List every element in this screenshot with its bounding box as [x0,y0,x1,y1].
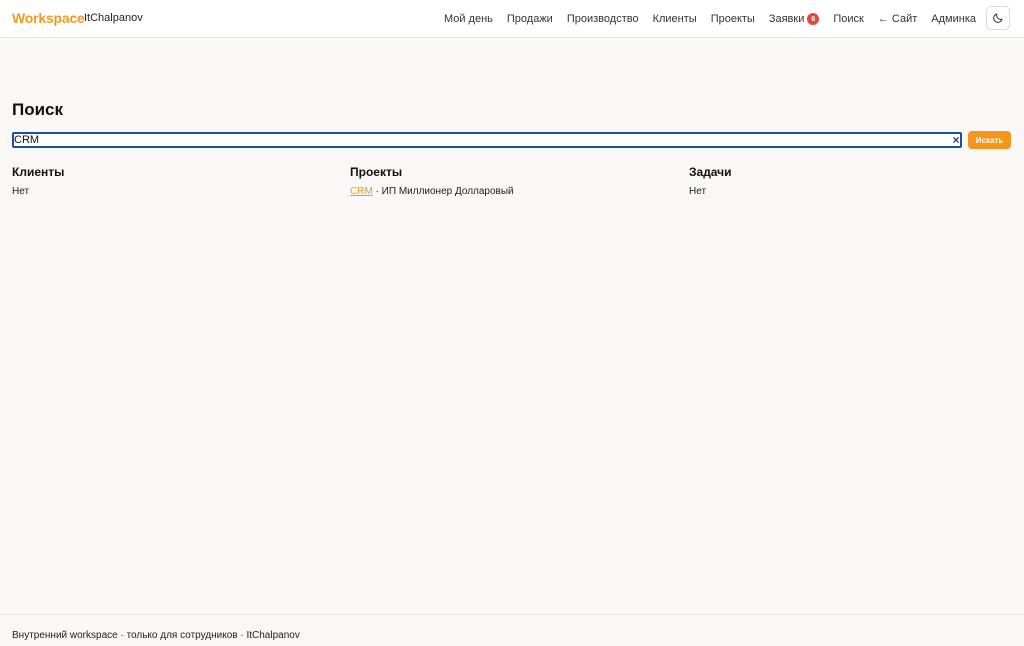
tasks-empty: Нет [689,186,707,197]
brand-logo[interactable]: Workspace [12,10,85,26]
nav-search[interactable]: Поиск [833,13,863,25]
nav-requests[interactable]: Заявки 6 [769,13,820,25]
nav-clients[interactable]: Клиенты [653,13,697,25]
main-nav: Мой день Продажи Производство Клиенты Пр… [430,0,976,38]
project-result-item: CRM · ИП Миллионер Долларовый [350,186,670,197]
clear-search-icon[interactable]: × [950,134,962,146]
org-name: ItChalpanov [84,12,143,24]
projects-heading: Проекты [350,165,403,179]
project-result-client: · ИП Миллионер Долларовый [372,186,514,197]
clients-results: Клиенты Нет [12,165,332,197]
clients-heading: Клиенты [12,165,65,179]
nav-requests-label: Заявки [768,13,805,25]
tasks-results: Задачи Нет [689,165,1009,197]
tasks-heading: Задачи [689,165,732,179]
search-input[interactable] [12,132,962,148]
top-navbar: Workspace ItChalpanov Мой день Продажи П… [0,0,1024,38]
nav-sales[interactable]: Продажи [507,13,553,25]
footer-text: Внутренний workspace · только для сотруд… [12,630,300,641]
nav-projects[interactable]: Проекты [711,13,755,25]
moon-icon [993,13,1003,23]
search-form: × Искать [12,131,1012,149]
nav-production[interactable]: Производство [567,13,639,25]
search-button[interactable]: Искать [968,131,1011,149]
clients-empty: Нет [12,186,30,197]
project-result-link[interactable]: CRM [350,186,373,197]
page-title: Поиск [12,100,64,119]
nav-site[interactable]: ← Сайт [878,13,917,25]
theme-toggle-button[interactable] [986,6,1010,30]
nav-my-day[interactable]: Мой день [444,13,493,25]
projects-results: Проекты CRM · ИП Миллионер Долларовый [350,165,670,197]
footer: Внутренний workspace · только для сотруд… [0,614,1024,646]
requests-count-badge: 6 [807,13,820,25]
nav-admin[interactable]: Админка [931,13,976,25]
